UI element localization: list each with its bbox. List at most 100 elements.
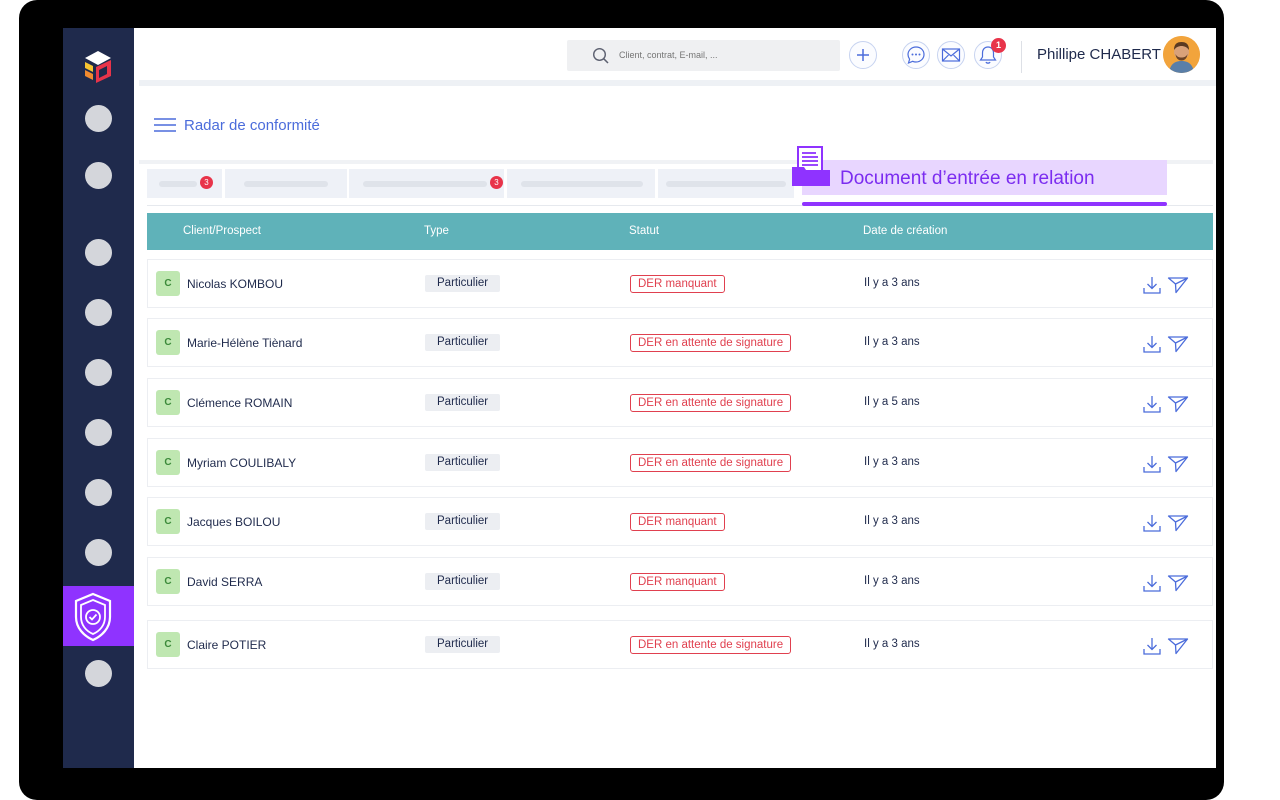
tab-placeholder <box>244 181 328 187</box>
status-badge: DER manquant <box>630 573 725 591</box>
client-name[interactable]: Marie-Hélène Tiènard <box>187 336 302 350</box>
tab-3[interactable]: 3 <box>349 169 504 198</box>
client-type-badge: C <box>156 509 180 534</box>
shield-check-icon <box>74 592 112 642</box>
client-name[interactable]: Jacques BOILOU <box>187 515 280 529</box>
send-icon[interactable] <box>1167 394 1189 414</box>
status-badge: DER en attente de signature <box>630 454 792 472</box>
status-badge: DER en attente de signature <box>630 636 792 654</box>
menu-icon[interactable] <box>154 118 176 132</box>
tab-4[interactable] <box>507 169 655 198</box>
plus-icon <box>857 49 869 61</box>
send-icon[interactable] <box>1167 573 1189 593</box>
avatar[interactable] <box>1163 36 1200 73</box>
table-row[interactable]: C Nicolas KOMBOU Particulier DER manquan… <box>147 259 1213 308</box>
topbar: 1 Phillipe CHABERT <box>139 28 1216 80</box>
topbar-divider <box>1021 41 1022 73</box>
table-header: Client/Prospect Type Statut Date de créa… <box>147 213 1213 250</box>
nav-item-9[interactable] <box>85 660 112 687</box>
table-row[interactable]: C Clémence ROMAIN Particulier DER en att… <box>147 378 1213 427</box>
status-badge: DER en attente de signature <box>630 334 792 352</box>
table-row[interactable]: C Jacques BOILOU Particulier DER manquan… <box>147 497 1213 546</box>
sidebar <box>63 28 134 768</box>
device-frame: 1 Phillipe CHABERT Radar de conf <box>19 0 1224 800</box>
tab-placeholder <box>363 181 487 187</box>
mail-icon <box>941 48 961 62</box>
send-icon[interactable] <box>1167 454 1189 474</box>
nav-item-5[interactable] <box>85 359 112 386</box>
nav-item-2[interactable] <box>85 162 112 189</box>
send-icon[interactable] <box>1167 334 1189 354</box>
nav-item-3[interactable] <box>85 239 112 266</box>
client-type-badge: C <box>156 390 180 415</box>
tab-placeholder <box>666 181 786 187</box>
download-icon[interactable] <box>1142 513 1162 533</box>
column-header-date[interactable]: Date de création <box>863 225 947 237</box>
creation-date: Il y a 3 ans <box>864 336 920 348</box>
nav-item-6[interactable] <box>85 419 112 446</box>
document-folder-icon <box>792 146 830 186</box>
type-badge: Particulier <box>425 394 501 411</box>
column-header-client[interactable]: Client/Prospect <box>183 225 261 237</box>
client-type-badge: C <box>156 450 180 475</box>
tab-1[interactable]: 3 <box>147 169 222 198</box>
nav-item-7[interactable] <box>85 479 112 506</box>
mail-button[interactable] <box>937 41 965 69</box>
tab-2[interactable] <box>225 169 347 198</box>
download-icon[interactable] <box>1142 275 1162 295</box>
client-name[interactable]: Myriam COULIBALY <box>187 456 296 470</box>
send-icon[interactable] <box>1167 513 1189 533</box>
table-row[interactable]: C Marie-Hélène Tiènard Particulier DER e… <box>147 318 1213 367</box>
search-bar[interactable] <box>567 40 840 71</box>
nav-item-compliance-active[interactable] <box>63 586 134 646</box>
topbar-separator <box>139 80 1216 86</box>
download-icon[interactable] <box>1142 454 1162 474</box>
user-portrait <box>1163 36 1200 73</box>
download-icon[interactable] <box>1142 636 1162 656</box>
client-type-badge: C <box>156 632 180 657</box>
tab-count-badge: 3 <box>490 176 503 189</box>
column-header-status[interactable]: Statut <box>629 225 659 237</box>
tab-der-active[interactable]: Document d’entrée en relation <box>802 160 1167 195</box>
client-name[interactable]: Claire POTIER <box>187 638 266 652</box>
client-type-badge: C <box>156 569 180 594</box>
download-icon[interactable] <box>1142 334 1162 354</box>
app-logo[interactable] <box>81 48 115 84</box>
client-type-badge: C <box>156 271 180 296</box>
creation-date: Il y a 3 ans <box>864 277 920 289</box>
chat-button[interactable] <box>902 41 930 69</box>
nav-item-4[interactable] <box>85 299 112 326</box>
user-name[interactable]: Phillipe CHABERT <box>1037 46 1161 63</box>
download-icon[interactable] <box>1142 394 1162 414</box>
type-badge: Particulier <box>425 573 501 590</box>
download-icon[interactable] <box>1142 573 1162 593</box>
table-row[interactable]: C Myriam COULIBALY Particulier DER en at… <box>147 438 1213 487</box>
table-row[interactable]: C David SERRA Particulier DER manquant I… <box>147 557 1213 606</box>
tab-count-badge: 3 <box>200 176 213 189</box>
type-badge: Particulier <box>425 636 501 653</box>
tab-5[interactable] <box>658 169 794 198</box>
creation-date: Il y a 3 ans <box>864 515 920 527</box>
nav-item-8[interactable] <box>85 539 112 566</box>
add-button[interactable] <box>849 41 877 69</box>
creation-date: Il y a 3 ans <box>864 575 920 587</box>
client-name[interactable]: Clémence ROMAIN <box>187 396 292 410</box>
send-icon[interactable] <box>1167 636 1189 656</box>
status-badge: DER en attente de signature <box>630 394 792 412</box>
table-row[interactable]: C Claire POTIER Particulier DER en atten… <box>147 620 1213 669</box>
type-badge: Particulier <box>425 454 501 471</box>
creation-date: Il y a 5 ans <box>864 396 920 408</box>
creation-date: Il y a 3 ans <box>864 456 920 468</box>
app-screen: 1 Phillipe CHABERT Radar de conf <box>63 28 1216 768</box>
page-title: Radar de conformité <box>184 117 320 134</box>
search-input[interactable] <box>619 46 829 64</box>
client-name[interactable]: Nicolas KOMBOU <box>187 277 283 291</box>
client-type-badge: C <box>156 330 180 355</box>
column-header-type[interactable]: Type <box>424 225 449 237</box>
send-icon[interactable] <box>1167 275 1189 295</box>
search-icon <box>592 47 609 64</box>
type-badge: Particulier <box>425 334 501 351</box>
client-name[interactable]: David SERRA <box>187 575 262 589</box>
nav-item-1[interactable] <box>85 105 112 132</box>
chat-icon <box>907 46 925 65</box>
